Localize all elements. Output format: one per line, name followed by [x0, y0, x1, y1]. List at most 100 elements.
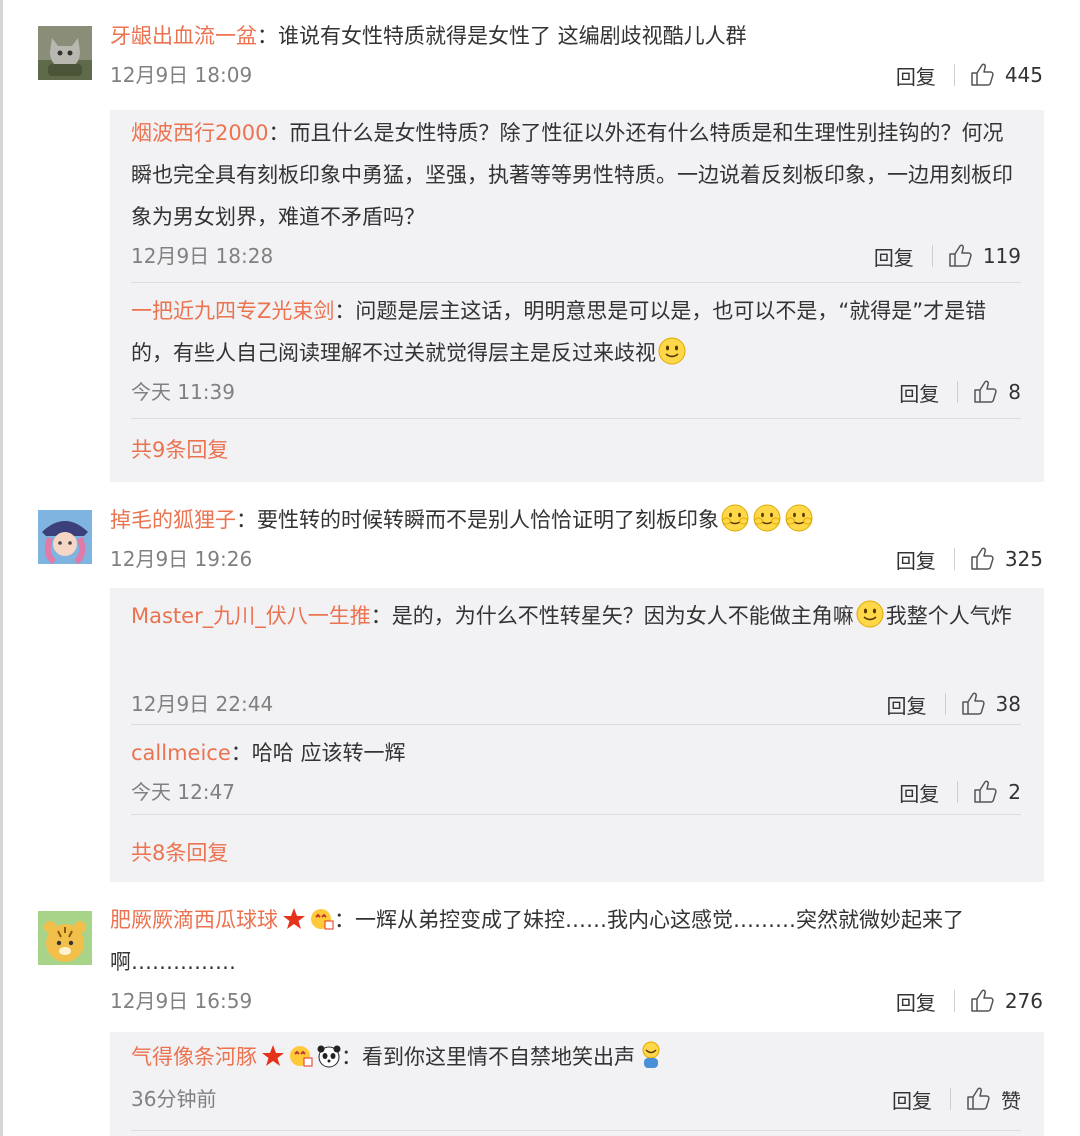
thumbs-up-icon[interactable] [947, 243, 973, 269]
hands-face-emoji-icon [752, 503, 782, 533]
divider [953, 990, 955, 1012]
reply-button[interactable]: 回复 [874, 242, 914, 271]
thumbs-up-icon[interactable] [969, 62, 995, 88]
reply-item: 烟波西行2000：而且什么是女性特质？除了性征以外还有什么特质是和生理性别挂钩的… [131, 112, 1021, 270]
divider [957, 381, 959, 403]
thumbs-up-icon[interactable] [972, 779, 998, 805]
username-link[interactable]: 烟波西行2000 [131, 121, 268, 145]
like-count: 325 [1004, 547, 1043, 571]
reply-divider [131, 282, 1021, 283]
reply-divider [131, 724, 1021, 725]
reply-item: 一把近九四专Z光束剑：问题是层主这话，明明意思是可以是，也可以不是，“就得是”才… [131, 290, 1021, 406]
comment-content: 牙龈出血流一盆：谁说有女性特质就得是女性了 这编剧歧视酷儿人群 [110, 24, 747, 48]
comment-content: 掉毛的狐狸子：要性转的时候转瞬而不是别人恰恰证明了刻板印象 [110, 499, 1040, 541]
reply-button[interactable]: 回复 [892, 1085, 932, 1114]
comment-actions: 回复 445 [896, 60, 1043, 90]
reply-item: Master_九川_伏八一生推：是的，为什么不性转星矢？因为女人不能做主角嘛 我整… [131, 595, 1021, 718]
divider [950, 1088, 951, 1110]
avatar[interactable] [38, 26, 92, 80]
thumbs-up-icon[interactable] [960, 691, 986, 717]
panda-icon[interactable] [317, 1044, 341, 1068]
reply-content: 烟波西行2000：而且什么是女性特质？除了性征以外还有什么特质是和生理性别挂钩的… [131, 121, 1013, 229]
comment-content: 肥厥厥滴西瓜球球 ：一辉从弟控变成了妹控……我内心这感觉………突然就微妙起来了啊…… [110, 907, 964, 974]
reply-text: 我整个人气炸 [885, 604, 1012, 628]
like-count: 2 [1008, 780, 1021, 804]
replies-panel: 气得像条河豚 ：看到你这里情不自禁地笑出声 36分钟前 回复 赞 [110, 1032, 1044, 1136]
avatar[interactable] [38, 510, 92, 564]
like-count: 38 [995, 692, 1021, 716]
comment-meta: 12月9日 18:09 回复 445 [110, 60, 1043, 90]
timestamp: 12月9日 16:59 [110, 989, 253, 1013]
red-star-icon[interactable] [261, 1044, 285, 1068]
comment-text: 要性转的时候转瞬而不是别人恰恰证明了刻板印象 [257, 508, 719, 532]
divider [957, 781, 959, 803]
reply-text: 哈哈 应该转一辉 [251, 741, 406, 765]
username-link[interactable]: 一把近九四专Z光束剑 [131, 299, 334, 323]
like-count: 276 [1004, 989, 1043, 1013]
thumbs-up-icon[interactable] [969, 988, 995, 1014]
laughing-figure-icon [642, 1041, 660, 1068]
reply-meta: 36分钟前 回复 赞 [131, 1084, 1021, 1114]
username-link[interactable]: 掉毛的狐狸子 [110, 508, 236, 532]
comment-actions: 回复 325 [896, 544, 1043, 574]
like-count: 8 [1008, 380, 1021, 404]
divider [953, 548, 955, 570]
thumbs-up-icon[interactable] [965, 1086, 991, 1112]
comment-meta: 12月9日 19:26 回复 325 [110, 544, 1043, 574]
thumbs-up-icon[interactable] [969, 546, 995, 572]
like-count: 445 [1004, 63, 1043, 87]
hungry-face-icon [657, 336, 687, 366]
divider [944, 693, 946, 715]
reply-button[interactable]: 回复 [899, 778, 939, 807]
replies-panel: 烟波西行2000：而且什么是女性特质？除了性征以外还有什么特质是和生理性别挂钩的… [110, 110, 1044, 482]
reply-item: 气得像条河豚 ：看到你这里情不自禁地笑出声 36分钟前 回复 赞 [131, 1036, 1021, 1113]
thumbs-up-icon[interactable] [972, 379, 998, 405]
timestamp: 今天 12:47 [131, 780, 235, 804]
reply-meta: 12月9日 22:44 回复 38 [131, 689, 1021, 719]
divider [953, 64, 955, 86]
reply-divider [131, 418, 1021, 419]
reply-button[interactable]: 回复 [896, 61, 936, 90]
reply-actions: 回复 2 [899, 777, 1021, 807]
username-link[interactable]: callmeice [131, 741, 231, 765]
reply-content: 一把近九四专Z光束剑：问题是层主这话，明明意思是可以是，也可以不是，“就得是”才… [131, 299, 987, 366]
reply-button[interactable]: 回复 [896, 987, 936, 1016]
red-star-icon[interactable] [282, 907, 306, 931]
timestamp: 今天 11:39 [131, 380, 235, 404]
view-all-replies-link[interactable]: 共8条回复 [131, 838, 228, 868]
reply-content: callmeice：哈哈 应该转一辉 [131, 741, 406, 765]
reply-text: 是的，为什么不性转星矢？因为女人不能做主角嘛 [391, 604, 854, 628]
fan-badge-icon[interactable] [289, 1044, 313, 1068]
timestamp: 12月9日 18:09 [110, 63, 253, 87]
username-link[interactable]: 牙龈出血流一盆 [110, 24, 257, 48]
timestamp: 12月9日 19:26 [110, 547, 253, 571]
avatar[interactable] [38, 911, 92, 965]
view-all-replies-link[interactable]: 共9条回复 [131, 435, 228, 465]
reply-item: callmeice：哈哈 应该转一辉 今天 12:47 回复 2 [131, 732, 1021, 806]
reply-content: 气得像条河豚 ：看到你这里情不自禁地笑出声 [131, 1036, 1021, 1078]
reply-actions: 回复 38 [887, 689, 1021, 719]
timestamp: 12月9日 18:28 [131, 244, 274, 268]
reply-text: 看到你这里情不自禁地笑出声 [362, 1045, 635, 1069]
timestamp: 36分钟前 [131, 1087, 217, 1111]
reply-button[interactable]: 回复 [896, 545, 936, 574]
reply-meta: 12月9日 18:28 回复 119 [131, 241, 1021, 271]
username-link[interactable]: Master_九川_伏八一生推 [131, 604, 371, 628]
replies-panel: Master_九川_伏八一生推：是的，为什么不性转星矢？因为女人不能做主角嘛 我整… [110, 588, 1044, 882]
fan-badge-icon[interactable] [310, 907, 334, 931]
hands-face-emoji-icon [784, 503, 814, 533]
comment-actions: 回复 276 [896, 986, 1043, 1016]
reply-meta: 今天 11:39 回复 8 [131, 377, 1021, 407]
username-link[interactable]: 气得像条河豚 [131, 1045, 257, 1069]
like-count: 119 [982, 244, 1021, 268]
reply-divider [131, 814, 1021, 815]
reply-actions: 回复 8 [899, 377, 1021, 407]
comment-meta: 12月9日 16:59 回复 276 [110, 986, 1043, 1016]
hands-face-emoji-icon [720, 503, 750, 533]
reply-button[interactable]: 回复 [887, 690, 927, 719]
username-link[interactable]: 肥厥厥滴西瓜球球 [110, 908, 278, 932]
comment-text: 谁说有女性特质就得是女性了 这编剧歧视酷儿人群 [278, 24, 747, 48]
reply-actions: 回复 119 [874, 241, 1021, 271]
reply-button[interactable]: 回复 [899, 378, 939, 407]
reply-content: Master_九川_伏八一生推：是的，为什么不性转星矢？因为女人不能做主角嘛 我整… [131, 595, 1021, 637]
